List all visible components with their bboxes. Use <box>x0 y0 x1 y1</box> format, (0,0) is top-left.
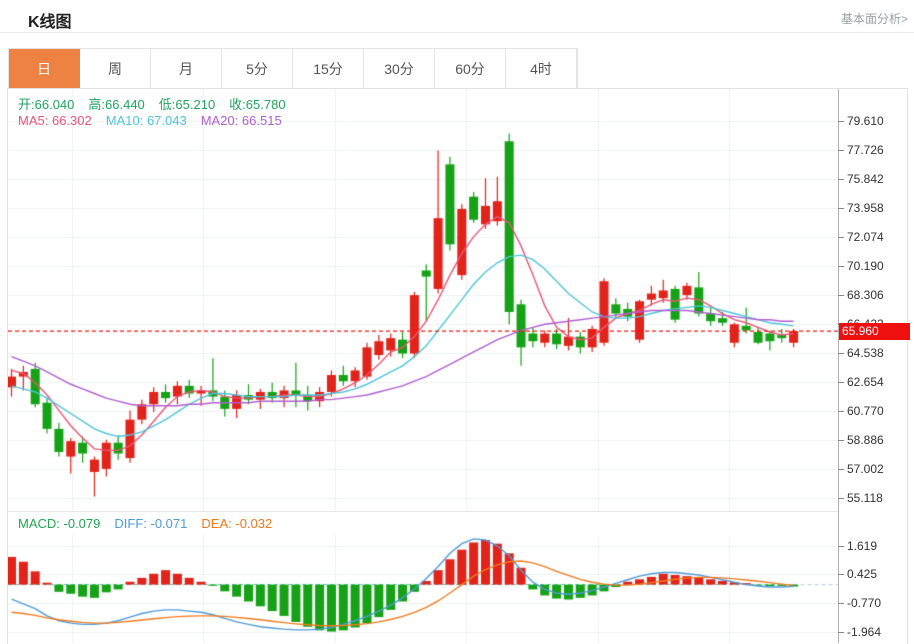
axis-tick-label: 72.074 <box>847 230 884 244</box>
axis-tick <box>838 150 844 151</box>
tab-bar: 日周月 5分 15分 30分 60分 4时 <box>8 48 578 89</box>
axis-tick <box>838 382 844 383</box>
axis-tick-label: 73.958 <box>847 201 884 215</box>
axis-tick <box>838 574 844 575</box>
axis-tick <box>838 295 844 296</box>
tab-4时[interactable]: 4时 <box>506 49 577 89</box>
axis-tick-label: 57.002 <box>847 462 884 476</box>
axis-tick-label: 60.770 <box>847 404 884 418</box>
axis-tick <box>838 208 844 209</box>
header-divider <box>0 32 914 33</box>
high-value: 66.440 <box>105 97 145 112</box>
axis-tick <box>838 603 844 604</box>
axis-tick <box>838 353 844 354</box>
ma-legend: MA5: 66.302 MA10: 67.043 MA20: 66.515 <box>18 113 296 128</box>
axis-tick-label: 62.654 <box>847 375 884 389</box>
tab-5分[interactable]: 5分 <box>222 49 293 89</box>
diff-value: -0.071 <box>150 516 188 531</box>
axis-tick-label: 1.619 <box>847 539 878 553</box>
axis-tick-label: -0.770 <box>847 596 882 610</box>
axis-tick <box>838 237 844 238</box>
ma5-label: MA5: <box>18 113 49 128</box>
panel-divider <box>8 511 838 512</box>
dea-value: -0.032 <box>235 516 273 531</box>
axis-tick-label: 55.118 <box>847 491 883 505</box>
ma10-value: 67.043 <box>146 113 187 128</box>
axis-tick-label: 79.610 <box>847 114 884 128</box>
close-label: 收: <box>229 97 246 112</box>
axis-tick <box>838 632 844 633</box>
low-label: 低: <box>158 97 176 112</box>
axis-tick-label: 77.726 <box>847 143 884 157</box>
open-value: 66.040 <box>34 97 75 112</box>
tab-15分[interactable]: 15分 <box>293 49 364 89</box>
axis-tick-label: -1.964 <box>847 625 882 639</box>
ma20-value: 66.515 <box>241 113 282 128</box>
macd-label: MACD: <box>18 516 60 531</box>
axis-tick <box>838 546 844 547</box>
chart-widget: 开:66.040 高:66.440 低:65.210 收:65.780 MA5: 66… <box>7 88 910 644</box>
high-label: 高: <box>88 97 106 112</box>
ma10-label: MA10: <box>105 113 144 128</box>
ohlc-legend: 开:66.040 高:66.440 低:65.210 收:65.780 <box>18 94 300 113</box>
axis-tick <box>838 440 844 441</box>
axis-tick <box>838 411 844 412</box>
macd-legend: MACD: -0.079 DIFF: -0.071 DEA: -0.032 <box>18 516 286 531</box>
ma5-value: 66.302 <box>51 113 92 128</box>
axis-tick <box>838 179 844 180</box>
fundamental-analysis-link[interactable]: 基本面分析> <box>841 10 908 27</box>
tab-周[interactable]: 周 <box>80 49 151 89</box>
axis-tick-label: 68.306 <box>847 288 884 302</box>
close-value: 65.780 <box>245 97 286 112</box>
tab-月[interactable]: 月 <box>151 49 222 89</box>
candlestick-chart[interactable] <box>8 89 838 511</box>
dea-label: DEA: <box>201 516 232 531</box>
axis-tick <box>838 121 844 122</box>
tab-日[interactable]: 日 <box>9 49 80 89</box>
current-price-tag: 65.960 <box>839 323 910 340</box>
axis-tick <box>838 498 844 499</box>
axis-tick-label: 0.425 <box>847 567 878 581</box>
page-title: K线图 <box>28 14 72 31</box>
tab-60分[interactable]: 60分 <box>435 49 506 89</box>
macd-value: -0.079 <box>63 516 101 531</box>
axis-tick-label: 75.842 <box>847 172 884 186</box>
tab-30分[interactable]: 30分 <box>364 49 435 89</box>
macd-chart[interactable] <box>8 535 838 643</box>
ma20-label: MA20: <box>200 113 239 128</box>
axis-tick-label: 64.538 <box>847 346 884 360</box>
diff-label: DIFF: <box>114 516 147 531</box>
open-label: 开: <box>18 97 35 112</box>
axis-tick-label: 58.886 <box>847 433 884 447</box>
axis-tick <box>838 469 844 470</box>
axis-tick-label: 70.190 <box>847 259 884 273</box>
low-value: 65.210 <box>175 97 216 112</box>
axis-tick <box>838 266 844 267</box>
y-axis-line <box>838 89 839 643</box>
